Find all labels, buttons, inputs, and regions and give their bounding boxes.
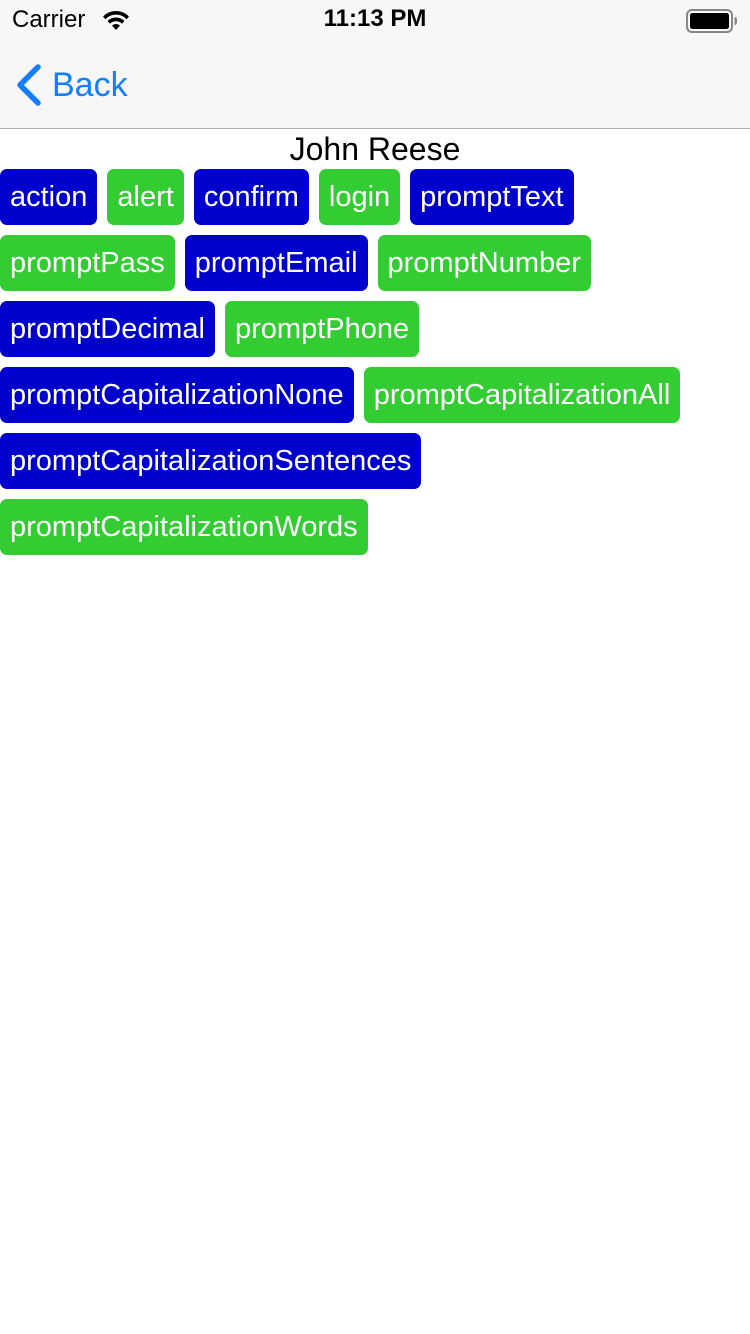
prompt-capitalization-none-button[interactable]: promptCapitalizationNone — [0, 367, 354, 423]
prompt-text-button[interactable]: promptText — [410, 169, 574, 225]
button-row: promptCapitalizationNone promptCapitaliza… — [0, 367, 750, 423]
prompt-number-button[interactable]: promptNumber — [377, 235, 591, 291]
prompt-capitalization-sentences-button[interactable]: promptCapitalizationSentences — [0, 433, 422, 489]
prompt-email-button[interactable]: promptEmail — [184, 235, 368, 291]
button-row: promptCapitalizationSentences — [0, 433, 750, 489]
prompt-pass-button[interactable]: promptPass — [0, 235, 175, 291]
action-button[interactable]: action — [0, 169, 98, 225]
prompt-phone-button[interactable]: promptPhone — [225, 301, 420, 357]
button-row: promptDecimal promptPhone — [0, 301, 750, 357]
battery-icon — [686, 9, 737, 33]
status-bar: Carrier 11:13 PM — [0, 0, 750, 40]
prompt-decimal-button[interactable]: promptDecimal — [0, 301, 215, 357]
alert-button[interactable]: alert — [107, 169, 184, 225]
navigation-bar: Back — [0, 40, 750, 129]
button-row: promptPass promptEmail promptNumber — [0, 235, 750, 291]
button-row: action alert confirm login promptText — [0, 169, 750, 225]
chevron-left-icon — [17, 64, 41, 106]
back-label: Back — [52, 66, 128, 104]
login-button[interactable]: login — [318, 169, 401, 225]
clock-time: 11:13 PM — [323, 5, 427, 32]
button-row: promptCapitalizationWords — [0, 499, 750, 555]
prompt-capitalization-words-button[interactable]: promptCapitalizationWords — [0, 499, 368, 555]
back-button[interactable]: Back — [14, 62, 128, 108]
action-button-list: action alert confirm login promptText promptP… — [0, 169, 750, 565]
app-screen: Carrier 11:13 PM Back John Reese action a… — [0, 0, 750, 1334]
confirm-button[interactable]: confirm — [193, 169, 309, 225]
page-title: John Reese — [289, 131, 461, 167]
prompt-capitalization-all-button[interactable]: promptCapitalizationAll — [363, 367, 681, 423]
